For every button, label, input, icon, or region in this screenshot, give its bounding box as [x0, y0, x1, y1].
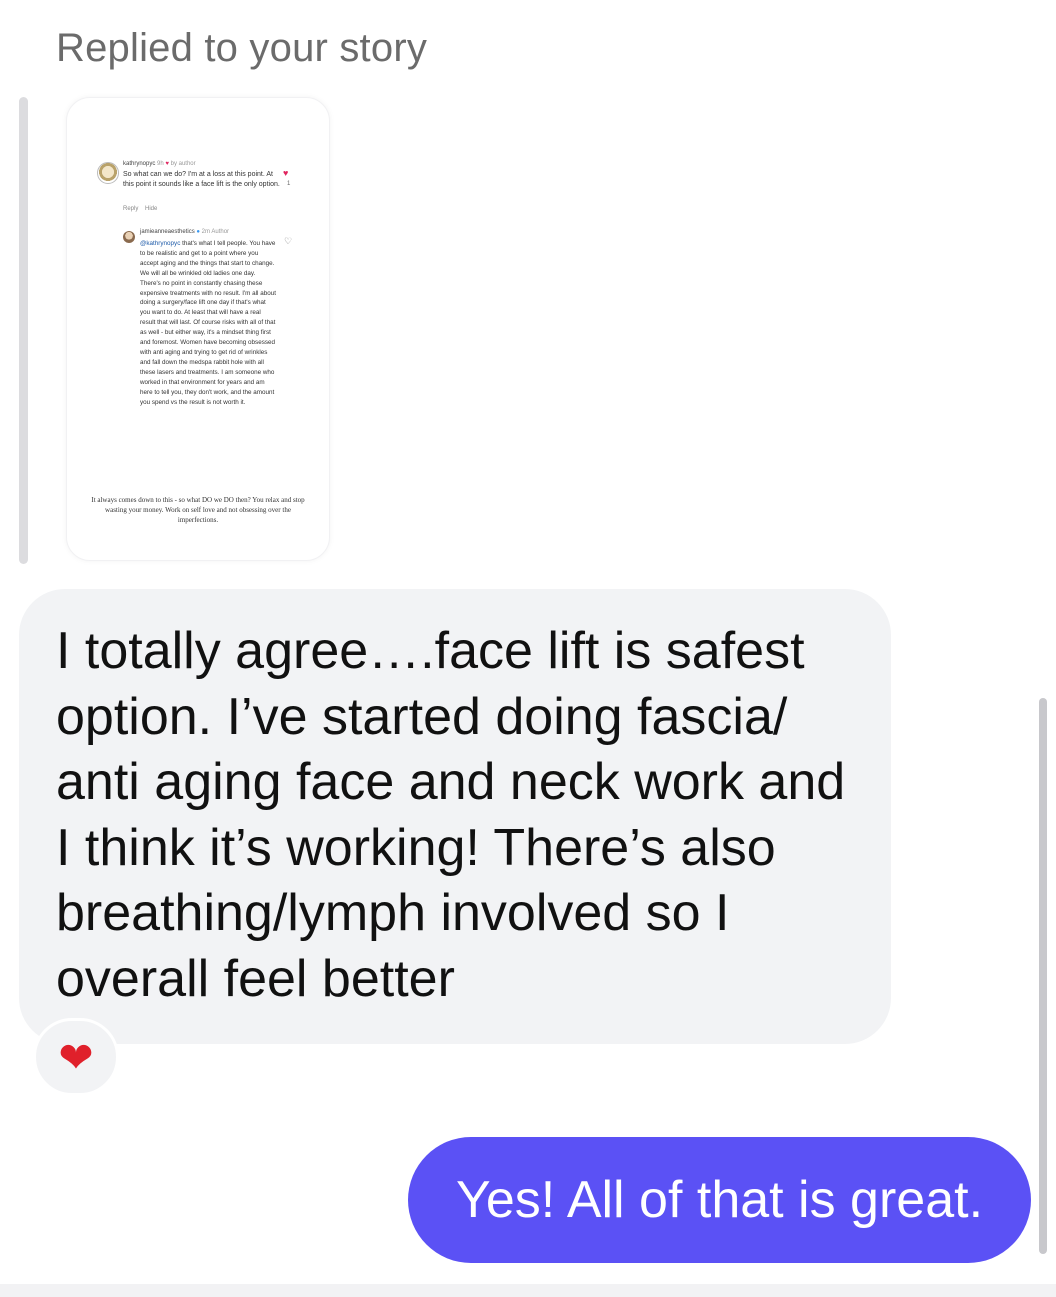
story-caption: It always comes down to this - so what D… [91, 496, 305, 524]
reply-header: Replied to your story [56, 26, 428, 70]
incoming-message-text: I totally agree….face lift is safest opt… [56, 622, 846, 1008]
comment-2-like-heart-outline-icon: ♡ [284, 236, 293, 246]
message-reaction[interactable]: ❤ [33, 1018, 119, 1096]
comment-1-actions: Reply Hide [123, 206, 157, 212]
comment-1-reply: Reply [123, 206, 139, 212]
reply-quote-bar [19, 97, 28, 564]
comment-1-avatar [97, 162, 119, 184]
outgoing-message-bubble[interactable]: Yes! All of that is great. [408, 1137, 1031, 1263]
heart-reaction-icon: ❤ [58, 1033, 94, 1081]
tiny-heart-icon: ♥ [165, 161, 169, 167]
comment-2-meta: jamieanneaesthetics ● 2m Author [140, 229, 229, 235]
story-preview-card[interactable]: kathrynopyc 9h ♥ by author So what can w… [66, 97, 330, 561]
comment-1-by-author: by author [170, 161, 196, 167]
scrollbar[interactable] [1039, 698, 1047, 1254]
comment-2-body: that's what I tell people. You have to b… [140, 240, 276, 406]
comment-1-hide: Hide [145, 206, 158, 212]
outgoing-message-text: Yes! All of that is great. [455, 1171, 984, 1229]
comment-2-time: 2m [201, 229, 211, 235]
comment-2-author-tag: Author [211, 229, 230, 235]
comment-1-like-heart-icon: ♥ [283, 168, 289, 178]
verified-badge-icon: ● [196, 229, 200, 235]
comment-1-text: So what can we do? I'm at a loss at this… [123, 171, 280, 188]
comment-2-text: @kathrynopyc that's what I tell people. … [140, 239, 276, 407]
comment-2-mention: @kathrynopyc [140, 240, 181, 247]
comment-2-username: jamieanneaesthetics [140, 229, 195, 235]
comment-1-username: kathrynopyc [123, 161, 156, 167]
comment-1-meta: kathrynopyc 9h ♥ by author [123, 161, 196, 167]
incoming-message-bubble[interactable]: I totally agree….face lift is safest opt… [19, 589, 891, 1044]
comment-1-time: 9h [157, 161, 164, 167]
comment-1-like-count: 1 [287, 181, 291, 187]
composer-edge [0, 1284, 1056, 1297]
comment-2-avatar [123, 231, 135, 243]
